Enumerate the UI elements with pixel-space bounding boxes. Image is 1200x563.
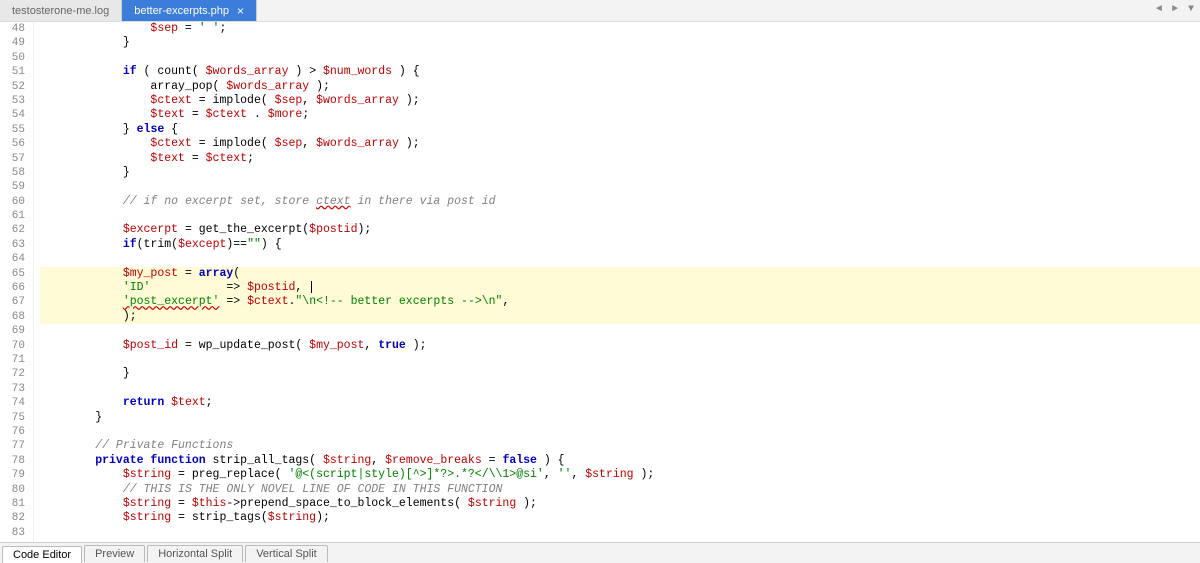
- line-number: 83: [0, 526, 25, 540]
- line-number: 72: [0, 367, 25, 381]
- line-number: 79: [0, 468, 25, 482]
- code-line[interactable]: // if no excerpt set, store ctext in the…: [40, 195, 1200, 209]
- code-line[interactable]: );: [40, 310, 1200, 324]
- code-line[interactable]: }: [40, 411, 1200, 425]
- tab-bar: testosterone-me.log better-excerpts.php ×…: [0, 0, 1200, 22]
- line-number: 56: [0, 137, 25, 151]
- line-gutter: 4849505152535455565758596061626364656667…: [0, 22, 34, 542]
- code-line[interactable]: }: [40, 166, 1200, 180]
- line-number: 61: [0, 209, 25, 223]
- code-line[interactable]: array_pop( $words_array );: [40, 80, 1200, 94]
- code-line[interactable]: return $text;: [40, 396, 1200, 410]
- code-line[interactable]: 'ID' => $postid,: [40, 281, 1200, 295]
- line-number: 64: [0, 252, 25, 266]
- tab-testosterone-log[interactable]: testosterone-me.log: [0, 0, 122, 21]
- tab-label: better-excerpts.php: [134, 5, 229, 17]
- code-line[interactable]: $string = strip_tags($string);: [40, 511, 1200, 525]
- line-number: 60: [0, 195, 25, 209]
- status-bar: Code Editor Preview Horizontal Split Ver…: [0, 542, 1200, 563]
- code-line[interactable]: if(trim($except)=="") {: [40, 238, 1200, 252]
- code-line[interactable]: $excerpt = get_the_excerpt($postid);: [40, 223, 1200, 237]
- line-number: 53: [0, 94, 25, 108]
- nav-down-icon[interactable]: ▼: [1186, 2, 1196, 17]
- code-line[interactable]: [40, 180, 1200, 194]
- code-line[interactable]: if ( count( $words_array ) > $num_words …: [40, 65, 1200, 79]
- code-line[interactable]: $text = $ctext;: [40, 152, 1200, 166]
- code-line[interactable]: $ctext = implode( $sep, $words_array );: [40, 94, 1200, 108]
- view-horizontal-split[interactable]: Horizontal Split: [147, 545, 243, 562]
- line-number: 76: [0, 425, 25, 439]
- code-line[interactable]: $post_id = wp_update_post( $my_post, tru…: [40, 339, 1200, 353]
- code-line[interactable]: }: [40, 367, 1200, 381]
- code-line[interactable]: // Private Functions: [40, 439, 1200, 453]
- code-line[interactable]: [40, 209, 1200, 223]
- line-number: 52: [0, 80, 25, 94]
- line-number: 77: [0, 439, 25, 453]
- code-line[interactable]: $sep = ' ';: [40, 22, 1200, 36]
- editor: 4849505152535455565758596061626364656667…: [0, 22, 1200, 542]
- code-line[interactable]: [40, 324, 1200, 338]
- code-line[interactable]: [40, 526, 1200, 540]
- line-number: 57: [0, 152, 25, 166]
- line-number: 78: [0, 454, 25, 468]
- view-vertical-split[interactable]: Vertical Split: [245, 545, 328, 562]
- tab-label: testosterone-me.log: [12, 5, 109, 17]
- code-line[interactable]: [40, 51, 1200, 65]
- code-line[interactable]: [40, 353, 1200, 367]
- line-number: 75: [0, 411, 25, 425]
- line-number: 63: [0, 238, 25, 252]
- close-icon[interactable]: ×: [237, 5, 244, 17]
- line-number: 68: [0, 310, 25, 324]
- code-line[interactable]: $string = preg_replace( '@<(script|style…: [40, 468, 1200, 482]
- line-number: 82: [0, 511, 25, 525]
- view-code-editor[interactable]: Code Editor: [2, 546, 82, 563]
- line-number: 66: [0, 281, 25, 295]
- line-number: 70: [0, 339, 25, 353]
- line-number: 71: [0, 353, 25, 367]
- code-line[interactable]: } else {: [40, 123, 1200, 137]
- code-line[interactable]: 'post_excerpt' => $ctext."\n<!-- better …: [40, 295, 1200, 309]
- nav-left-icon[interactable]: ◄: [1154, 2, 1164, 17]
- line-number: 48: [0, 22, 25, 36]
- code-line[interactable]: $ctext = implode( $sep, $words_array );: [40, 137, 1200, 151]
- code-line[interactable]: }: [40, 36, 1200, 50]
- line-number: 51: [0, 65, 25, 79]
- code-line[interactable]: [40, 382, 1200, 396]
- line-number: 54: [0, 108, 25, 122]
- line-number: 67: [0, 295, 25, 309]
- code-line[interactable]: [40, 252, 1200, 266]
- line-number: 55: [0, 123, 25, 137]
- line-number: 69: [0, 324, 25, 338]
- tab-nav: ◄ ► ▼: [1154, 2, 1196, 17]
- tab-better-excerpts[interactable]: better-excerpts.php ×: [122, 0, 257, 21]
- view-preview[interactable]: Preview: [84, 545, 145, 562]
- code-line[interactable]: $text = $ctext . $more;: [40, 108, 1200, 122]
- code-line[interactable]: // THIS IS THE ONLY NOVEL LINE OF CODE I…: [40, 483, 1200, 497]
- code-line[interactable]: [40, 425, 1200, 439]
- line-number: 62: [0, 223, 25, 237]
- nav-right-icon[interactable]: ►: [1170, 2, 1180, 17]
- code-area[interactable]: $sep = ' '; } if ( count( $words_array )…: [34, 22, 1200, 542]
- line-number: 50: [0, 51, 25, 65]
- line-number: 59: [0, 180, 25, 194]
- code-line[interactable]: $string = $this->prepend_space_to_block_…: [40, 497, 1200, 511]
- code-line[interactable]: private function strip_all_tags( $string…: [40, 454, 1200, 468]
- code-line[interactable]: $my_post = array(: [40, 267, 1200, 281]
- text-cursor: [311, 281, 312, 293]
- line-number: 74: [0, 396, 25, 410]
- line-number: 58: [0, 166, 25, 180]
- line-number: 81: [0, 497, 25, 511]
- line-number: 73: [0, 382, 25, 396]
- line-number: 65: [0, 267, 25, 281]
- line-number: 49: [0, 36, 25, 50]
- line-number: 80: [0, 483, 25, 497]
